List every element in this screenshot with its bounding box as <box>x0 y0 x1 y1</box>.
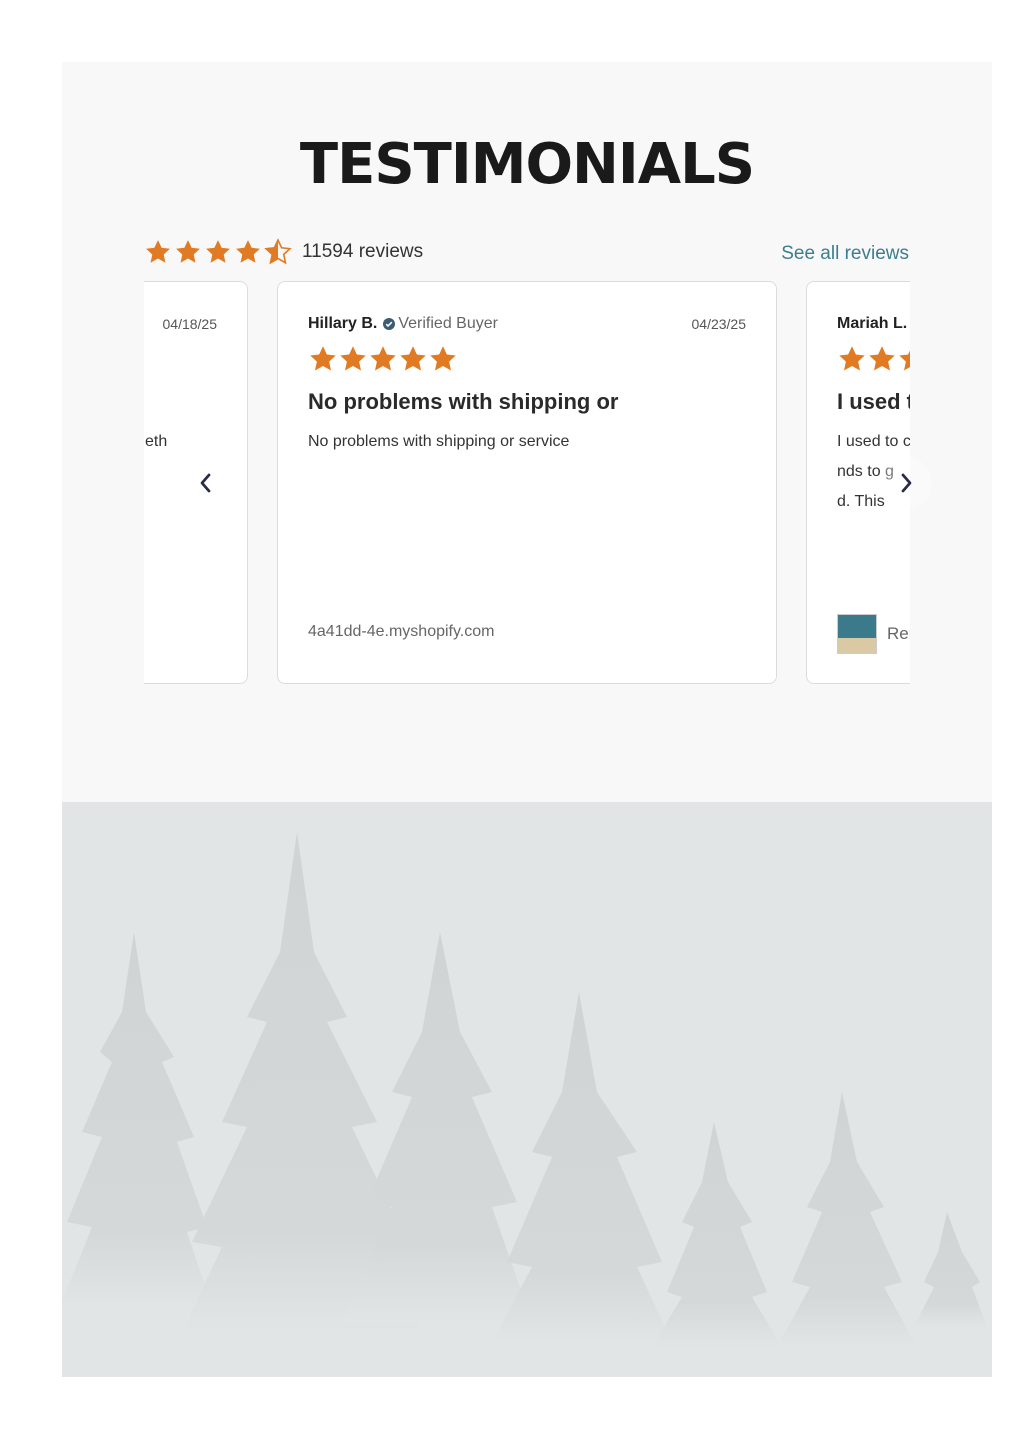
rating-summary: 11594 reviews <box>144 238 423 266</box>
star-icon <box>839 346 865 371</box>
verified-label: Verified Buyer <box>398 315 498 332</box>
star-icon <box>370 346 396 371</box>
review-card: Hillary B. Verified Buyer 04/23/25 No pr… <box>277 281 777 684</box>
star-half-icon <box>264 238 292 265</box>
review-header: Hillary B. Verified Buyer <box>308 315 498 333</box>
review-product[interactable]: Rer <box>837 614 910 654</box>
review-title: No problems with shipping or <box>308 389 619 414</box>
review-body-line: I used to c <box>837 433 910 450</box>
section-title: TESTIMONIALS <box>299 132 755 197</box>
star-icon <box>146 240 170 263</box>
product-thumbnail[interactable] <box>837 614 877 654</box>
star-icon <box>310 346 336 371</box>
summary-stars <box>144 238 292 266</box>
star-icon <box>176 240 200 263</box>
star-icon <box>340 346 366 371</box>
star-icon <box>206 240 230 263</box>
review-author: Hillary B. <box>308 315 378 332</box>
carousel-next-button[interactable] <box>880 457 932 509</box>
chevron-right-icon <box>901 473 912 493</box>
review-stars <box>308 344 458 374</box>
testimonials-section: TESTIMONIALS 11594 reviews See all revie… <box>62 62 992 802</box>
forest-background <box>62 802 992 1377</box>
review-body: No problems with shipping or service <box>308 433 570 450</box>
pine-trees-illustration <box>62 832 987 1347</box>
star-icon <box>430 346 456 371</box>
review-author: Mariah L. <box>837 315 908 332</box>
review-date: 04/18/25 <box>162 316 218 332</box>
verified-buyer-badge: Verified Buyer <box>383 315 498 333</box>
product-label[interactable]: Rer <box>887 624 910 644</box>
reviews-carousel: 04/18/25 eth Hillary B. Verified Buyer 0… <box>144 281 910 686</box>
check-circle-icon <box>383 318 396 330</box>
review-stars <box>837 344 910 374</box>
chevron-left-icon <box>200 473 211 493</box>
star-icon <box>869 346 895 371</box>
star-icon <box>899 350 910 371</box>
carousel-prev-button[interactable] <box>180 457 232 509</box>
see-all-reviews-link[interactable]: See all reviews <box>781 243 909 265</box>
review-source: 4a41dd-4e.myshopify.com <box>308 623 495 640</box>
review-header: Mariah L. <box>837 315 907 333</box>
star-icon <box>236 240 260 263</box>
star-icon <box>400 346 426 371</box>
review-count: 11594 reviews <box>302 241 424 262</box>
review-date: 04/23/25 <box>691 316 747 332</box>
review-body: eth <box>145 433 168 450</box>
review-title: I used t <box>837 389 910 414</box>
